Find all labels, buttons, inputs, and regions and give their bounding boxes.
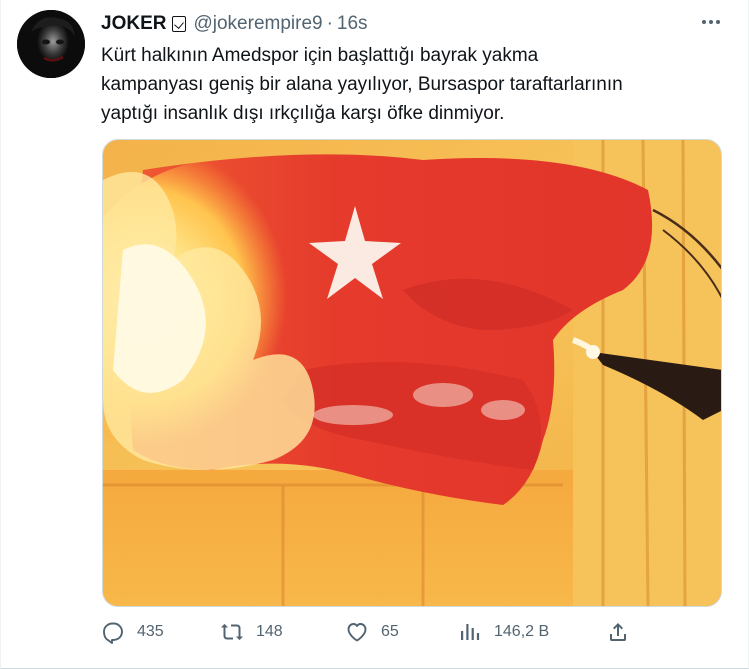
tweet-text-line: kampanyası geniş bir alana yayılıyor, Bu…: [101, 74, 623, 95]
header-separator: ·: [326, 13, 333, 34]
avatar[interactable]: [17, 10, 85, 78]
burning-flag-image: [103, 140, 721, 606]
views-button[interactable]: 146,2 B: [458, 620, 549, 644]
like-count: 65: [381, 623, 399, 640]
verified-box-icon: [172, 16, 187, 32]
share-button[interactable]: [606, 620, 630, 644]
reply-count: 435: [137, 623, 164, 640]
heart-icon: [347, 623, 367, 642]
tweet-header: JOKER @jokerempire9 · 16s: [101, 12, 368, 36]
retweet-count: 148: [256, 623, 283, 640]
reply-button[interactable]: 435: [101, 620, 164, 644]
like-button[interactable]: 65: [345, 620, 399, 644]
more-dots-icon[interactable]: [700, 14, 722, 30]
views-count: 146,2 B: [494, 623, 550, 640]
author-name[interactable]: JOKER: [101, 12, 166, 36]
views-chart-icon: [461, 624, 480, 640]
avatar-image: [17, 10, 85, 78]
tweet-card[interactable]: JOKER @jokerempire9 · 16s Kürt halkının …: [0, 0, 749, 669]
tweet-media-video[interactable]: [102, 139, 722, 607]
tweet-timestamp[interactable]: 16s: [337, 12, 368, 36]
tweet-text-line: yaptığı insanlık dışı ırkçılığa karşı öf…: [101, 103, 505, 124]
author-handle[interactable]: @jokerempire9: [193, 12, 322, 36]
tweet-text-line: Kürt halkının Amedspor için başlattığı b…: [101, 45, 539, 66]
tweet-text: Kürt halkının Amedspor için başlattığı b…: [101, 41, 731, 128]
reply-icon: [103, 622, 123, 644]
retweet-icon: [221, 623, 243, 641]
retweet-button[interactable]: 148: [220, 620, 283, 644]
share-icon: [610, 623, 626, 641]
tweet-actions: 435 148 65 146,2 B: [101, 620, 641, 644]
